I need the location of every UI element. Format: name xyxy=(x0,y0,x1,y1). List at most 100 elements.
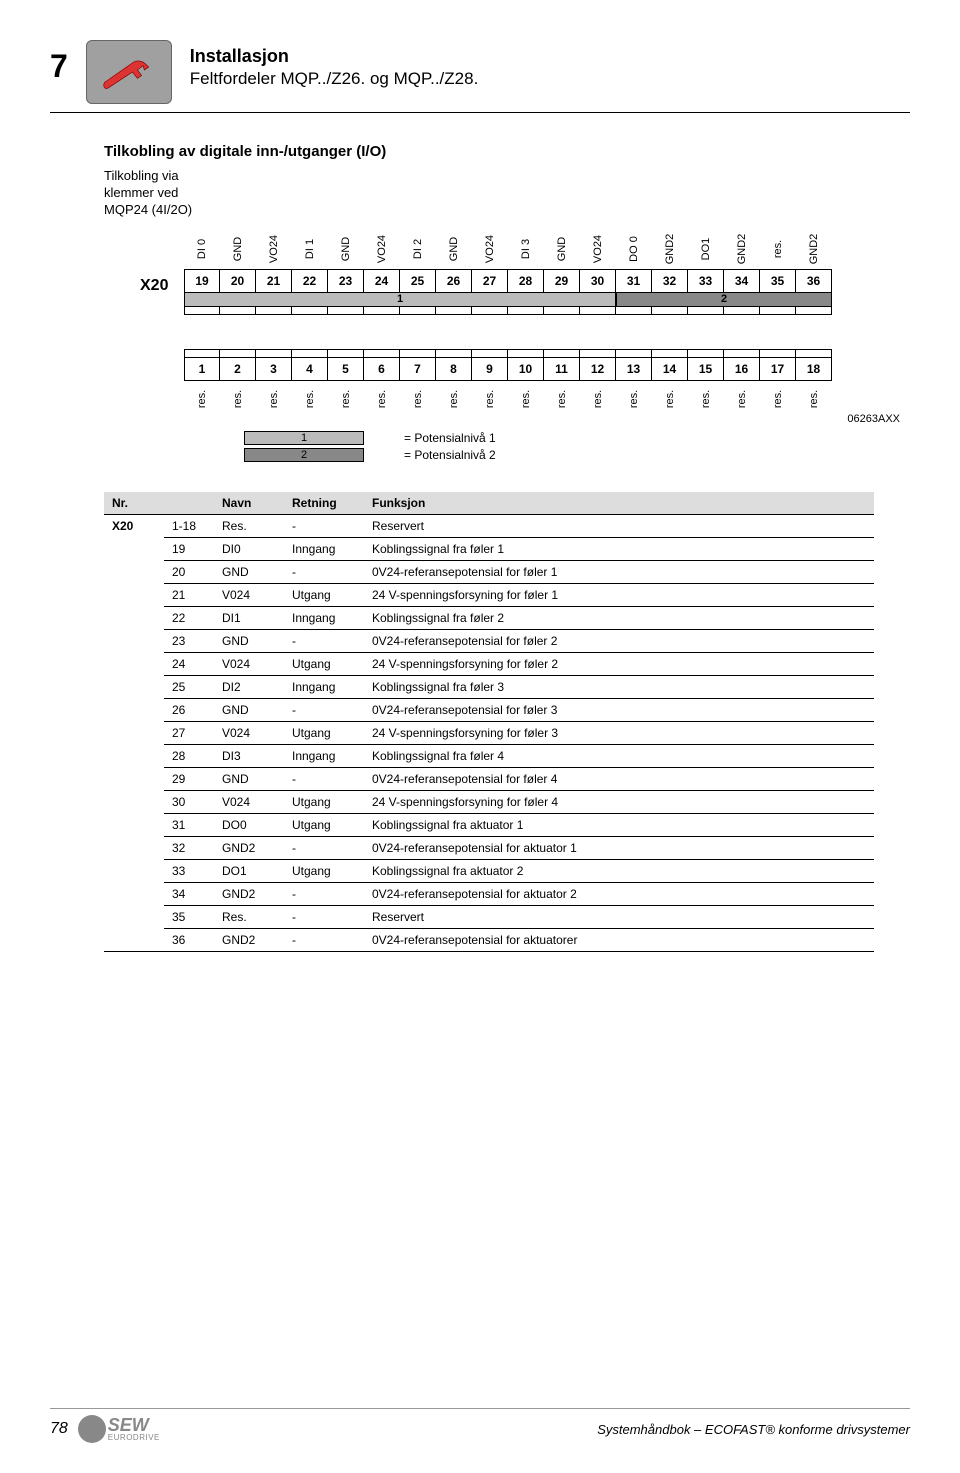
cell-nr: 23 xyxy=(164,629,214,652)
cell-retning: Utgang xyxy=(284,583,364,606)
pin-label: GND xyxy=(326,231,366,267)
pin-label: GND xyxy=(434,231,474,267)
header-rule xyxy=(50,112,910,113)
header-title: Installasjon xyxy=(190,46,479,67)
legend-text-2: = Potensialnivå 2 xyxy=(404,448,496,462)
terminal-cell: 17 xyxy=(760,357,796,381)
cell-retning: Utgang xyxy=(284,813,364,836)
terminal-slot xyxy=(220,307,256,315)
cell-nr: 22 xyxy=(164,606,214,629)
wrench-icon xyxy=(86,40,172,104)
legend-swatch-1: 1 xyxy=(244,431,364,445)
terminal-diagram: DI 0GNDVO24DI 1GNDVO24DI 2GNDVO24DI 3GND… xyxy=(104,229,910,425)
table-row: 34GND2-0V24-referansepotensial for aktua… xyxy=(104,882,874,905)
subtitle-line: klemmer ved xyxy=(104,185,178,200)
terminal-slot xyxy=(724,349,760,357)
terminal-cell: 36 xyxy=(796,269,832,293)
table-row: 26GND-0V24-referansepotensial for føler … xyxy=(104,698,874,721)
pin-label: res. xyxy=(688,381,724,417)
cell-navn: V024 xyxy=(214,583,284,606)
section-title: Tilkobling av digitale inn-/utganger (I/… xyxy=(104,143,910,160)
cell-funksjon: 24 V-spenningsforsyning for føler 2 xyxy=(364,652,874,675)
cell-nr: 36 xyxy=(164,928,214,951)
th-sub xyxy=(164,492,214,515)
terminal-cell: 28 xyxy=(508,269,544,293)
cell-retning: Utgang xyxy=(284,652,364,675)
cell-retning: - xyxy=(284,905,364,928)
table-row: 23GND-0V24-referansepotensial for føler … xyxy=(104,629,874,652)
pin-label: res. xyxy=(580,381,616,417)
cell-funksjon: Reservert xyxy=(364,905,874,928)
page-header: 7 Installasjon Feltfordeler MQP../Z26. o… xyxy=(50,40,910,104)
terminal-slot xyxy=(796,307,832,315)
cell-funksjon: 0V24-referansepotensial for aktuator 1 xyxy=(364,836,874,859)
terminal-slot xyxy=(544,307,580,315)
table-row: 21V024Utgang24 V-spenningsforsyning for … xyxy=(104,583,874,606)
cell-nr: 26 xyxy=(164,698,214,721)
terminal-slot xyxy=(688,307,724,315)
cell-funksjon: 0V24-referansepotensial for føler 2 xyxy=(364,629,874,652)
section-subtitle: Tilkobling via klemmer ved MQP24 (4I/2O) xyxy=(104,168,224,219)
potential-bar: 2 xyxy=(616,293,832,307)
terminal-slot xyxy=(184,349,220,357)
subtitle-line: MQP24 (4I/2O) xyxy=(104,202,192,217)
terminal-cell: 34 xyxy=(724,269,760,293)
logo-text-1: SEW xyxy=(108,1416,160,1434)
cell-funksjon: Koblingssignal fra føler 1 xyxy=(364,537,874,560)
pin-label: res. xyxy=(652,381,688,417)
terminal-cell: 35 xyxy=(760,269,796,293)
pin-label: res. xyxy=(616,381,652,417)
pin-label: DI 0 xyxy=(182,231,222,267)
cell-nr: 32 xyxy=(164,836,214,859)
cell-retning: - xyxy=(284,882,364,905)
terminal-slot xyxy=(436,349,472,357)
terminal-cell: 3 xyxy=(256,357,292,381)
terminal-slot xyxy=(580,349,616,357)
pin-label: res. xyxy=(724,381,760,417)
cell-navn: DO0 xyxy=(214,813,284,836)
terminal-cell: 23 xyxy=(328,269,364,293)
terminal-cell: 15 xyxy=(688,357,724,381)
terminal-slot xyxy=(616,307,652,315)
cell-navn: DI2 xyxy=(214,675,284,698)
terminal-cell: 25 xyxy=(400,269,436,293)
terminal-slot xyxy=(508,307,544,315)
terminal-slot xyxy=(328,307,364,315)
pin-label: GND xyxy=(218,231,258,267)
pin-label: DO 0 xyxy=(614,231,654,267)
header-subtitle: Feltfordeler MQP../Z26. og MQP../Z28. xyxy=(190,69,479,89)
th-retning: Retning xyxy=(284,492,364,515)
cell-navn: V024 xyxy=(214,652,284,675)
cell-navn: GND xyxy=(214,767,284,790)
pin-label: DI 2 xyxy=(398,231,438,267)
cell-nr: 33 xyxy=(164,859,214,882)
cell-nr: 31 xyxy=(164,813,214,836)
th-nr: Nr. xyxy=(104,492,164,515)
pin-label: res. xyxy=(472,381,508,417)
cell-nr: 29 xyxy=(164,767,214,790)
connector-label: X20 xyxy=(140,277,168,295)
pin-label: GND2 xyxy=(794,231,834,267)
pin-label: res. xyxy=(400,381,436,417)
terminal-slot xyxy=(652,349,688,357)
cell-retning: - xyxy=(284,928,364,951)
terminal-cell: 24 xyxy=(364,269,400,293)
pin-label: DI 1 xyxy=(290,231,330,267)
terminal-slot xyxy=(760,349,796,357)
terminal-cell: 4 xyxy=(292,357,328,381)
terminal-cell: 6 xyxy=(364,357,400,381)
subtitle-line: Tilkobling via xyxy=(104,168,179,183)
terminal-slot xyxy=(220,349,256,357)
cell-navn: GND2 xyxy=(214,882,284,905)
cell-funksjon: 0V24-referansepotensial for føler 4 xyxy=(364,767,874,790)
terminal-slot xyxy=(292,349,328,357)
pin-label: GND xyxy=(542,231,582,267)
th-navn: Navn xyxy=(214,492,284,515)
page-footer: 78 SEW EURODRIVE Systemhåndbok – ECOFAST… xyxy=(50,1408,910,1443)
cell-retning: - xyxy=(284,629,364,652)
terminal-cell: 26 xyxy=(436,269,472,293)
cell-navn: DO1 xyxy=(214,859,284,882)
footer-text: Systemhåndbok – ECOFAST® konforme drivsy… xyxy=(597,1422,910,1437)
potential-bar: 1 xyxy=(184,293,616,307)
terminal-cell: 29 xyxy=(544,269,580,293)
